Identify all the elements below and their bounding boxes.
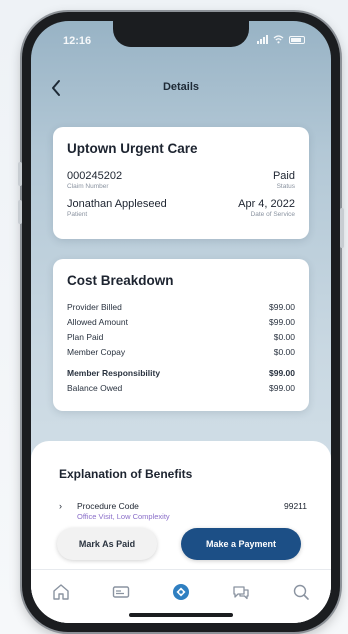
signal-icon bbox=[257, 35, 268, 44]
tab-chat[interactable] bbox=[229, 580, 253, 604]
cost-value: $0.00 bbox=[273, 332, 295, 342]
cost-label: Allowed Amount bbox=[67, 317, 128, 327]
notch bbox=[113, 21, 249, 47]
id-card-icon bbox=[112, 586, 130, 598]
cost-value: $99.00 bbox=[269, 302, 295, 312]
cost-label: Plan Paid bbox=[67, 332, 104, 342]
cost-row: Member Copay $0.00 bbox=[67, 347, 295, 362]
wifi-icon bbox=[273, 35, 284, 44]
cost-label: Member Responsibility bbox=[67, 368, 161, 378]
volume-button bbox=[18, 162, 22, 186]
claim-summary-card: Uptown Urgent Care 000245202 Claim Numbe… bbox=[53, 127, 309, 239]
tab-home[interactable] bbox=[49, 580, 73, 604]
provider-name: Uptown Urgent Care bbox=[67, 141, 198, 156]
cost-breakdown-title: Cost Breakdown bbox=[67, 273, 174, 288]
date-of-service: Apr 4, 2022 bbox=[238, 198, 295, 210]
page-title: Details bbox=[162, 81, 200, 93]
phone-frame: 12:16 Details Uptown Urgent Care 0002452… bbox=[18, 12, 344, 632]
chevron-right-icon: › bbox=[59, 501, 62, 511]
cost-label: Balance Owed bbox=[67, 383, 123, 393]
tab-search[interactable] bbox=[289, 580, 313, 604]
cost-row: Allowed Amount $99.00 bbox=[67, 317, 295, 332]
tab-claims[interactable] bbox=[169, 580, 193, 604]
claim-number-label: Claim Number bbox=[67, 183, 109, 190]
status-icons bbox=[257, 35, 305, 44]
cost-row: Provider Billed $99.00 bbox=[67, 302, 295, 317]
cost-value: $99.00 bbox=[269, 368, 295, 378]
search-icon bbox=[293, 584, 309, 600]
eob-item-description: Office Visit, Low Complexity bbox=[77, 512, 170, 521]
cost-value: $99.00 bbox=[269, 383, 295, 393]
cost-total-row: Member Responsibility $99.00 bbox=[67, 368, 295, 383]
status-time: 12:16 bbox=[63, 35, 92, 47]
battery-icon bbox=[289, 35, 305, 44]
power-button bbox=[340, 208, 344, 248]
home-indicator bbox=[129, 613, 233, 617]
app-screen: 12:16 Details Uptown Urgent Care 0002452… bbox=[31, 21, 331, 623]
cost-total-row: Balance Owed $99.00 bbox=[67, 383, 295, 398]
make-payment-button[interactable]: Make a Payment bbox=[181, 528, 301, 560]
cost-value: $0.00 bbox=[273, 347, 295, 357]
mark-as-paid-button[interactable]: Mark As Paid bbox=[57, 528, 157, 560]
chat-icon bbox=[233, 586, 249, 600]
date-of-service-label: Date of Service bbox=[250, 211, 295, 218]
eob-item-code: 99211 bbox=[283, 501, 307, 511]
claim-number: 000245202 bbox=[67, 170, 123, 182]
nav-bar: Details bbox=[31, 73, 331, 103]
cost-label: Provider Billed bbox=[67, 302, 122, 312]
tab-id-card[interactable] bbox=[109, 580, 133, 604]
eob-next-row-faded bbox=[77, 561, 309, 574]
volume-button bbox=[18, 200, 22, 224]
cost-value: $99.00 bbox=[269, 317, 295, 327]
patient-name: Jonathan Appleseed bbox=[67, 198, 167, 210]
claim-status: Paid bbox=[272, 170, 295, 182]
home-icon bbox=[53, 584, 69, 600]
cost-row: Plan Paid $0.00 bbox=[67, 332, 295, 347]
claim-status-label: Status bbox=[276, 183, 295, 190]
cost-breakdown-card: Cost Breakdown Provider Billed $99.00 Al… bbox=[53, 259, 309, 411]
claims-icon bbox=[173, 584, 189, 600]
cost-label: Member Copay bbox=[67, 347, 126, 357]
patient-label: Patient bbox=[67, 211, 88, 218]
eob-item-name: Procedure Code bbox=[77, 501, 139, 511]
eob-title: Explanation of Benefits bbox=[59, 467, 193, 481]
